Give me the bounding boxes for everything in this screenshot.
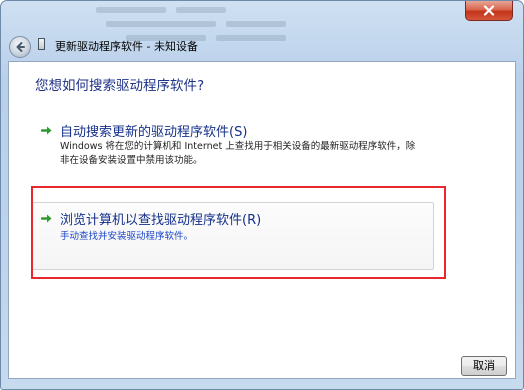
back-button[interactable] [9,36,31,58]
title-bar: 更新驱动程序软件 - 未知设备 [1,1,523,61]
option-auto-search-title: 自动搜索更新的驱动程序软件(S) [60,125,248,140]
close-icon [483,5,495,16]
green-arrow-icon [41,126,52,135]
close-button[interactable] [465,1,513,21]
option-browse-computer[interactable]: 浏览计算机以查找驱动程序软件(R) 手动查找并安装驱动程序软件。 [31,202,434,270]
page-heading: 您想如何搜索驱动程序软件? [35,78,205,94]
option-browse-computer-description: 手动查找并安装驱动程序软件。 [60,231,194,242]
option-auto-search-description-line2: 非在设备安装设置中禁用该功能。 [60,155,203,166]
option-auto-search-description-line1: Windows 将在您的计算机和 Internet 上查找用于相关设备的最新驱动… [60,141,416,152]
back-arrow-icon [16,42,25,52]
dialog-footer [2,338,523,388]
cancel-button[interactable]: 取消 [461,356,507,376]
option-auto-search-description: Windows 将在您的计算机和 Internet 上查找用于相关设备的最新驱动… [60,140,415,168]
option-browse-computer-title: 浏览计算机以查找驱动程序软件(R) [60,213,262,228]
content-panel: 您想如何搜索驱动程序软件? 自动搜索更新的驱动程序软件(S) Windows 将… [8,61,516,379]
device-icon [38,38,45,50]
option-auto-search[interactable]: 自动搜索更新的驱动程序软件(S) Windows 将在您的计算机和 Intern… [31,116,457,166]
window-title: 更新驱动程序软件 - 未知设备 [55,40,198,53]
green-arrow-icon [41,214,52,223]
driver-update-window: 更新驱动程序软件 - 未知设备 您想如何搜索驱动程序软件? 自动搜索更新的驱动程… [0,0,524,390]
